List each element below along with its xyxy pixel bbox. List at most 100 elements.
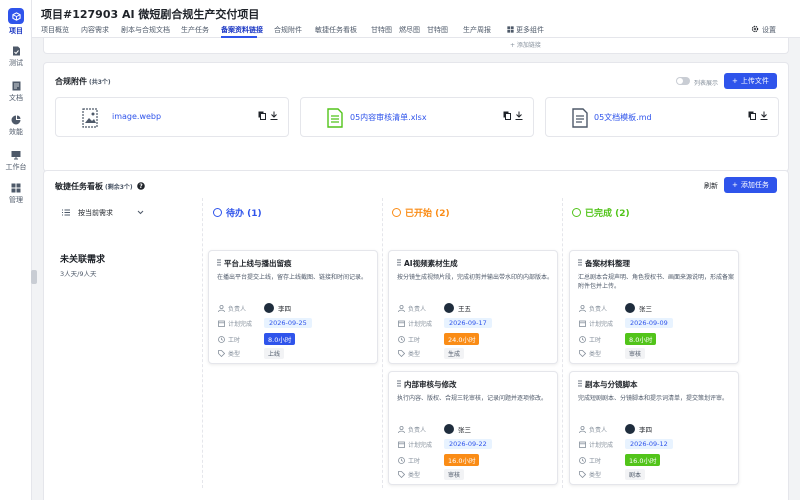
file-card[interactable]: image.webp (55, 97, 289, 137)
tab-weekly-report[interactable]: 生产周报 (463, 25, 491, 35)
card-title[interactable]: 内部审核与修改 (397, 379, 457, 390)
list-view-toggle[interactable] (676, 77, 690, 85)
type-tag[interactable]: 审核 (444, 469, 465, 480)
tab-agile-board[interactable]: 敏捷任务看板 (315, 25, 357, 35)
type-tag[interactable]: 生成 (444, 348, 465, 359)
file-card[interactable]: 05内容审核清单.xlsx (300, 97, 534, 137)
file-name[interactable]: 05文档模板.md (594, 112, 652, 123)
plus-icon: + (732, 77, 738, 85)
type-tag[interactable]: 上线 (264, 348, 285, 359)
user-icon (578, 304, 586, 312)
card-title[interactable]: 平台上线与播出留痕 (217, 258, 292, 269)
tab-burndown[interactable]: 燃尽图 (399, 25, 420, 35)
task-card[interactable]: 剧本与分镜脚本 完成短剧剧本、分镜脚本和提示词清单，提交策划评审。 负责人 李四 … (569, 371, 739, 485)
hours-badge[interactable]: 8.0小时 (625, 333, 657, 345)
card-title[interactable]: 剧本与分镜脚本 (578, 379, 638, 390)
requirement-filter[interactable]: 按当前需求 (62, 208, 144, 218)
drag-handle-icon[interactable] (397, 380, 401, 389)
drag-handle-icon[interactable] (217, 259, 221, 268)
refresh-button[interactable]: 刷新 (704, 181, 718, 191)
plan-date[interactable]: 2026-09-17 (444, 318, 492, 328)
tab-production-tasks[interactable]: 生产任务 (181, 25, 209, 35)
sidebar-item-admin[interactable]: 管理 (0, 182, 32, 205)
type-tag[interactable]: 审核 (625, 348, 646, 359)
tab-content-requirements[interactable]: 内容需求 (81, 25, 109, 35)
task-card[interactable]: 备案材料整理 汇总剧本合规声明、角色授权书、画面来源说明，形成备案附件包并上传。… (569, 250, 739, 364)
download-icon[interactable] (759, 111, 768, 120)
more-components-button[interactable]: 更多组件 (507, 25, 544, 35)
file-card[interactable]: 05文档模板.md (545, 97, 779, 137)
sidebar-item-label: 管理 (9, 196, 23, 204)
sidebar-item-test[interactable]: 测试 (0, 45, 32, 68)
sidebar-item-label: 文档 (9, 94, 23, 102)
type-row: 类型 剧本 (578, 469, 646, 480)
help-icon[interactable]: ? (136, 181, 145, 192)
file-name[interactable]: image.webp (112, 112, 161, 121)
hours-badge[interactable]: 24.0小时 (444, 333, 480, 345)
avatar (444, 303, 454, 313)
hours-badge[interactable]: 8.0小时 (264, 333, 296, 345)
owner-name[interactable]: 李四 (278, 303, 291, 313)
calendar-icon (397, 319, 405, 327)
sidebar-item-workbench[interactable]: 工作台 (0, 149, 32, 172)
tab-gantt-2[interactable]: 甘特图 (427, 25, 448, 35)
task-card[interactable]: AI视频素材生成 按分镜生成视频片段，完成初剪并输出带水印的内部版本。 负责人王… (388, 250, 558, 364)
copy-icon[interactable] (502, 111, 511, 120)
drag-handle-icon[interactable] (578, 259, 582, 268)
drag-handle-icon[interactable] (578, 380, 582, 389)
plan-date[interactable]: 2026-09-25 (264, 318, 312, 328)
file-name[interactable]: 05内容审核清单.xlsx (350, 112, 427, 123)
add-link-button[interactable]: + 添加链接 (510, 40, 541, 49)
owner-name[interactable]: 张三 (458, 424, 471, 434)
calendar-icon (217, 319, 225, 327)
plan-date[interactable]: 2026-09-12 (625, 439, 673, 449)
attachments-count: (共3个) (89, 79, 111, 86)
plan-date[interactable]: 2026-09-09 (625, 318, 673, 328)
hours-row: 工时 8.0小时 (217, 333, 296, 345)
tab-compliance-attachments[interactable]: 合规附件 (274, 25, 302, 35)
type-row: 类型 审核 (397, 469, 465, 480)
card-title[interactable]: 备案材料整理 (578, 258, 630, 269)
tab-script-docs[interactable]: 剧本与合规文档 (121, 25, 170, 35)
attachments-title: 合规附件 (共3个) (55, 77, 111, 86)
status-circle-icon (392, 208, 401, 217)
sidebar-item-docs[interactable]: 文档 (0, 80, 32, 103)
plan-date[interactable]: 2026-09-22 (444, 439, 492, 449)
sidebar-item-efficiency[interactable]: 效能 (0, 114, 32, 137)
owner-name[interactable]: 王五 (458, 303, 471, 313)
task-card[interactable]: 内部审核与修改 执行内容、版权、合规三轮审核，记录问题并逐项修改。 负责人 张三 … (388, 371, 558, 485)
tag-icon (397, 471, 405, 479)
hours-badge[interactable]: 16.0小时 (625, 454, 661, 466)
tab-gantt[interactable]: 甘特图 (371, 25, 392, 35)
sidebar-item-label: 测试 (9, 59, 23, 67)
download-icon[interactable] (269, 111, 278, 120)
file-actions (502, 111, 523, 120)
copy-icon[interactable] (747, 111, 756, 120)
status-circle-icon (572, 208, 581, 217)
drag-handle-icon[interactable] (397, 259, 401, 268)
hours-row: 工时 8.0小时 (578, 333, 657, 345)
file-actions (257, 111, 278, 120)
pie-chart-icon (11, 114, 22, 125)
image-file-icon (82, 108, 98, 128)
calendar-icon (578, 319, 586, 327)
card-title[interactable]: AI视频素材生成 (397, 258, 458, 269)
copy-icon[interactable] (257, 111, 266, 120)
download-icon[interactable] (514, 111, 523, 120)
type-row: 类型 生成 (397, 348, 465, 359)
add-task-button[interactable]: + 添加任务 (724, 177, 777, 193)
upload-file-button[interactable]: + 上传文件 (724, 73, 777, 89)
tab-overview[interactable]: 项目概览 (41, 25, 69, 35)
task-card[interactable]: 平台上线与播出留痕 在播出平台提交上线，留存上线截图、链接和时间记录。 负责人李… (208, 250, 378, 364)
type-tag[interactable]: 剧本 (625, 469, 646, 480)
hours-badge[interactable]: 16.0小时 (444, 454, 480, 466)
calendar-icon (578, 440, 586, 448)
tab-filing-links[interactable]: 备案资料链接 (221, 25, 263, 35)
sidebar-item-project[interactable]: 项目 (0, 8, 32, 36)
settings-button[interactable]: 设置 (751, 25, 776, 35)
owner-name[interactable]: 张三 (639, 303, 652, 313)
tag-icon (397, 350, 405, 358)
main-content[interactable]: + 添加链接 合规附件 (共3个) 列表展示 + 上传文件 image.webp 0… (32, 38, 800, 500)
status-circle-icon (213, 208, 222, 217)
owner-name[interactable]: 李四 (639, 424, 652, 434)
